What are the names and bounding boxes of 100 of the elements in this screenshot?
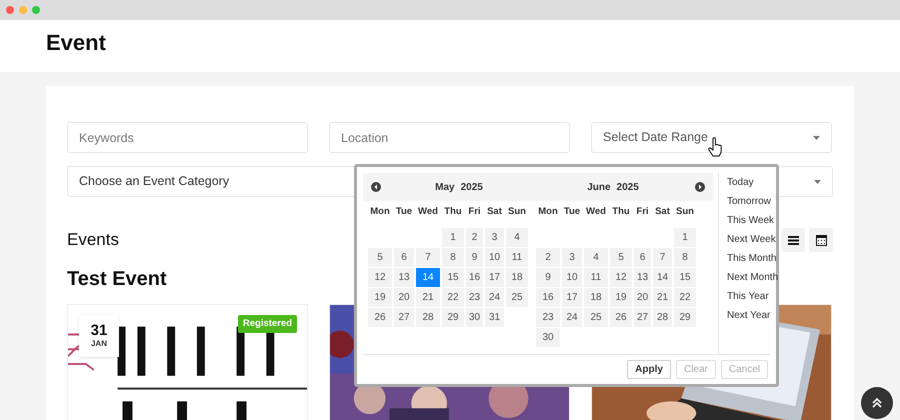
day-cell[interactable]: 19 [368,288,392,307]
day-cell[interactable]: 23 [536,308,560,327]
day-cell[interactable]: 25 [506,288,528,307]
day-cell[interactable]: 10 [485,248,504,267]
range-option[interactable]: Tomorrow [727,195,778,209]
weekday-label: Mon [369,204,391,219]
page-title: Event [46,29,107,57]
day-cell[interactable]: 15 [674,268,696,287]
range-option[interactable]: This Week [727,214,778,228]
caret-icon [813,136,820,140]
day-cell[interactable]: 8 [442,248,464,267]
list-view-button[interactable] [781,228,805,252]
day-cell[interactable]: 6 [394,248,414,267]
day-cell[interactable]: 1 [442,228,464,247]
day-cell[interactable]: 16 [466,268,483,287]
registered-badge: Registered [238,315,297,334]
day-cell[interactable]: 25 [584,308,608,327]
day-cell[interactable]: 13 [394,268,414,287]
day-cell[interactable]: 26 [368,308,392,327]
day-cell[interactable]: 28 [416,308,440,327]
scroll-to-top-button[interactable] [861,387,893,419]
weekday-label: Sun [507,204,527,219]
day-cell[interactable]: 10 [562,268,582,287]
day-cell[interactable]: 22 [442,288,464,307]
day-cell[interactable]: 18 [584,288,608,307]
day-cell[interactable]: 30 [536,328,560,347]
day-cell[interactable]: 22 [674,288,696,307]
year-label: 2025 [460,180,483,194]
day-cell[interactable]: 5 [610,248,632,267]
range-option[interactable]: This Month [727,252,778,266]
range-option[interactable]: Next Week [727,233,778,247]
section-heading: Events [67,229,119,252]
weekday-label: Sun [675,204,695,219]
day-cell[interactable]: 31 [485,308,504,327]
day-cell[interactable]: 12 [610,268,632,287]
weekday-label: Thu [443,204,463,219]
day-cell[interactable]: 21 [416,288,440,307]
day-cell[interactable]: 21 [653,288,672,307]
day-cell[interactable]: 7 [653,248,672,267]
day-cell[interactable]: 24 [485,288,504,307]
picker-button[interactable]: Apply [627,360,671,379]
weekday-label: Tue [394,204,414,219]
weekday-label: Wed [417,204,439,219]
range-option[interactable]: Today [727,176,778,190]
weekday-label: Fri [467,204,482,219]
day-cell[interactable]: 9 [536,268,560,287]
day-cell[interactable]: 4 [584,248,608,267]
weekday-label: Fri [635,204,650,219]
day-cell[interactable]: 20 [394,288,414,307]
previous-icon[interactable] [371,182,381,192]
calendar-view-button[interactable] [809,228,833,252]
day-cell[interactable]: 1 [674,228,696,247]
day-cell[interactable]: 14 [416,268,440,287]
day-cell[interactable]: 17 [485,268,504,287]
day-cell[interactable]: 4 [506,228,528,247]
day-cell[interactable]: 28 [653,308,672,327]
day-cell[interactable]: 29 [674,308,696,327]
day-cell[interactable]: 2 [536,248,560,267]
day-cell[interactable]: 15 [442,268,464,287]
day-cell[interactable]: 29 [442,308,464,327]
date-day: 31 [90,322,108,338]
month-label: June [587,180,611,194]
day-cell[interactable]: 2 [466,228,483,247]
date-month: JAN [90,338,107,350]
year-label: 2025 [616,180,639,194]
day-cell[interactable]: 23 [466,288,483,307]
keywords-field[interactable]: Keywords [67,122,308,153]
day-cell[interactable]: 27 [634,308,651,327]
event-card[interactable]: 31 JAN Registered [67,304,308,420]
day-cell[interactable]: 7 [416,248,440,267]
day-cell[interactable]: 3 [485,228,504,247]
weekday-label: Sat [486,204,503,219]
list-icon [788,236,798,244]
day-cell[interactable]: 24 [562,308,582,327]
day-cell[interactable]: 12 [368,268,392,287]
weekday-label: Mon [537,204,559,219]
day-cell[interactable]: 27 [394,308,414,327]
next-icon[interactable] [695,182,705,192]
day-cell[interactable]: 19 [610,288,632,307]
day-cell[interactable]: 26 [610,308,632,327]
day-cell[interactable]: 16 [536,288,560,307]
day-cell[interactable]: 11 [506,248,528,267]
range-option[interactable]: Next Year [727,309,778,323]
day-cell[interactable]: 9 [466,248,483,267]
day-cell[interactable]: 8 [674,248,696,267]
day-cell[interactable]: 3 [562,248,582,267]
day-cell[interactable]: 18 [506,268,528,287]
day-cell[interactable]: 30 [466,308,483,327]
day-cell[interactable]: 17 [562,288,582,307]
range-option[interactable]: This Year [727,290,778,304]
location-field[interactable]: Location [329,122,570,153]
weekday-label: Sat [654,204,671,219]
day-cell[interactable]: 6 [634,248,651,267]
day-cell[interactable]: 5 [368,248,392,267]
range-option[interactable]: Next Month [727,271,778,285]
day-cell[interactable]: 11 [584,268,608,287]
day-cell[interactable]: 13 [634,268,651,287]
date-range-field[interactable]: Select Date Range [591,122,832,153]
day-cell[interactable]: 20 [634,288,651,307]
day-cell[interactable]: 14 [653,268,672,287]
